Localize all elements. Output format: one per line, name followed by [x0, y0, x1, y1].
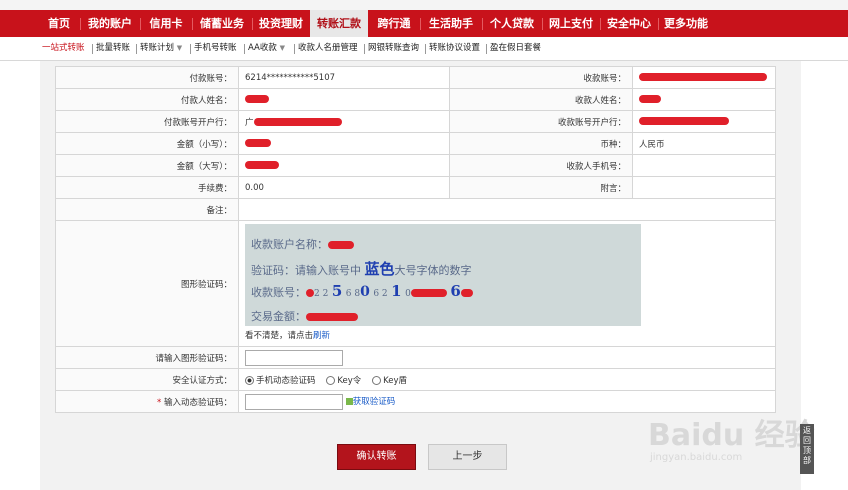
label: 手续费：: [55, 176, 239, 199]
nav-my-account[interactable]: 我的账户: [80, 10, 140, 37]
amount-big: [238, 154, 450, 177]
baidu-watermark: Baidu 经验: [648, 418, 815, 453]
nav-transfer[interactable]: 转账汇款: [310, 10, 368, 37]
subnav-agreement[interactable]: 转账协议设置: [429, 37, 480, 60]
nav-cross-bank[interactable]: 跨行通: [368, 10, 420, 37]
label: * 输入动态验证码：: [55, 390, 239, 413]
subnav-phone[interactable]: 手机号转账: [194, 37, 237, 60]
sub-nav: 一站式转账 批量转账 转账计划 ▼ 手机号转账 AA收款 ▼ 收款人名册管理 网…: [0, 37, 848, 61]
dynamic-code-input[interactable]: [245, 393, 343, 410]
auth-options: 手机动态验证码 Key令 Key盾: [238, 368, 776, 391]
label: 金额（小写）：: [55, 132, 239, 155]
payee-bank: [632, 110, 776, 133]
refresh-link[interactable]: 刷新: [313, 331, 330, 341]
subnav-one-stop[interactable]: 一站式转账: [42, 37, 85, 60]
nav-personal-loan[interactable]: 个人贷款: [482, 10, 542, 37]
nav-more[interactable]: 更多功能: [658, 10, 714, 37]
nav-credit-card[interactable]: 信用卡: [140, 10, 192, 37]
checkbox-icon: [345, 398, 353, 405]
subnav-payee-list[interactable]: 收款人名册管理: [298, 37, 358, 60]
payee-phone: [632, 154, 776, 177]
nav-investment[interactable]: 投资理财: [252, 10, 310, 37]
label: 付款账号：: [55, 66, 239, 89]
radio-key-token-icon[interactable]: [326, 375, 336, 385]
remark: [238, 198, 776, 221]
label: 安全认证方式：: [55, 368, 239, 391]
payee-name: [632, 88, 776, 111]
back-to-top-button[interactable]: 返回顶部: [800, 424, 814, 474]
label: 请输入图形验证码：: [55, 346, 239, 369]
dropdown-arrow-icon: ▼: [176, 44, 183, 52]
top-strip: [0, 0, 848, 10]
captcha-image: 收款账户名称： 验证码：请输入账号中 蓝色大号字体的数字 收款账号： 2 2 5 …: [245, 224, 641, 326]
subnav-aa[interactable]: AA收款 ▼: [248, 37, 285, 60]
fee: 0.00: [238, 176, 450, 199]
radio-key-shield-icon[interactable]: [372, 375, 382, 385]
label: 收款人手机号：: [449, 154, 633, 177]
nav-life-helper[interactable]: 生活助手: [420, 10, 482, 37]
payee-account: [632, 66, 776, 89]
get-code-link[interactable]: 获取验证码: [345, 397, 395, 407]
confirm-transfer-button[interactable]: 确认转账: [337, 444, 416, 470]
subnav-query[interactable]: 网银转账查询: [368, 37, 419, 60]
currency: 人民币: [632, 132, 776, 155]
refresh-hint: 看不清楚，请点击刷新: [245, 331, 331, 341]
label: 收款账号开户行：: [449, 110, 633, 133]
label: 金额（大写）：: [55, 154, 239, 177]
captcha-cell: 收款账户名称： 验证码：请输入账号中 蓝色大号字体的数字 收款账号： 2 2 5 …: [238, 220, 776, 347]
label: 付款账号开户行：: [55, 110, 239, 133]
baidu-watermark-url: jingyan.baidu.com: [650, 452, 743, 463]
radio-sms-icon[interactable]: [245, 375, 254, 385]
amount-small: [238, 132, 450, 155]
subnav-batch[interactable]: 批量转账: [96, 37, 130, 60]
payer-account: 6214***********5107: [238, 66, 450, 89]
captcha-input[interactable]: [245, 349, 343, 366]
label: 附言：: [449, 176, 633, 199]
label: 备注：: [55, 198, 239, 221]
label: 收款账号：: [449, 66, 633, 89]
nav-savings[interactable]: 储蓄业务: [192, 10, 252, 37]
captcha-input-cell: [238, 346, 776, 369]
label: 付款人姓名：: [55, 88, 239, 111]
main-nav: 首页 我的账户 信用卡 储蓄业务 投资理财 转账汇款 跨行通 生活助手 个人贷款…: [0, 10, 848, 37]
nav-home[interactable]: 首页: [38, 10, 80, 37]
subnav-plan[interactable]: 转账计划 ▼: [140, 37, 182, 60]
payer-name: [238, 88, 450, 111]
label: 图形验证码：: [55, 220, 239, 347]
dropdown-arrow-icon: ▼: [279, 44, 285, 52]
nav-online-payment[interactable]: 网上支付: [542, 10, 600, 37]
label: 收款人姓名：: [449, 88, 633, 111]
back-button[interactable]: 上一步: [428, 444, 507, 470]
nav-security[interactable]: 安全中心: [600, 10, 658, 37]
postscript: [632, 176, 776, 199]
payer-bank: 广: [238, 110, 450, 133]
subnav-holiday[interactable]: 盈在假日套餐: [490, 37, 541, 60]
transfer-detail-table: 付款账号： 6214***********5107 收款账号： 付款人姓名： 收…: [55, 66, 776, 413]
label: 币种：: [449, 132, 633, 155]
